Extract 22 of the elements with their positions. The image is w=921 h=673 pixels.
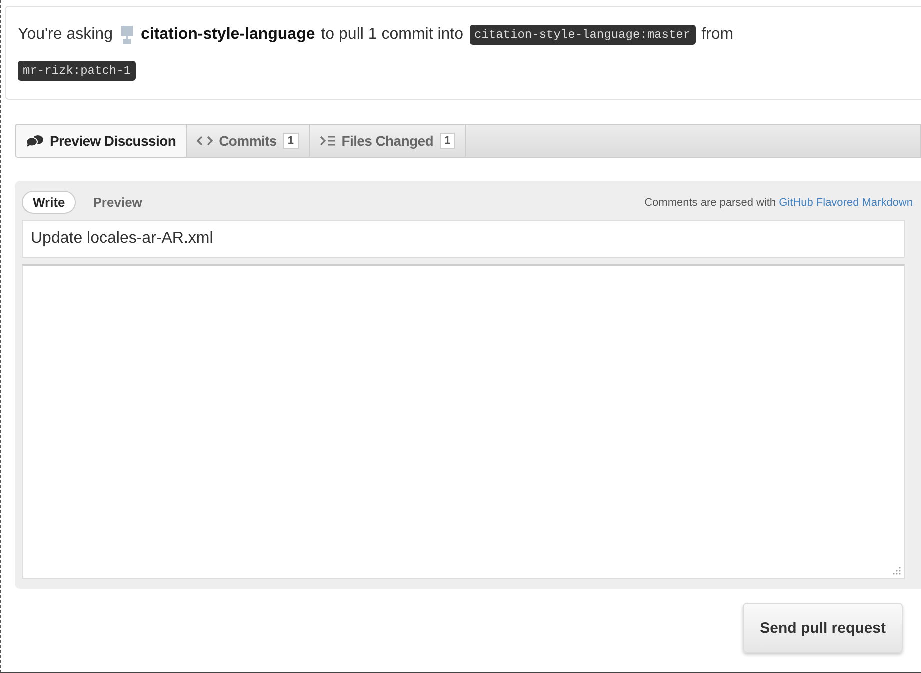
diff-list-icon	[320, 135, 336, 147]
resize-grip-icon[interactable]	[893, 567, 901, 575]
editor-tab[interactable]: Write	[22, 191, 76, 214]
tab[interactable]: Commits 1	[186, 124, 309, 158]
tab[interactable]: Preview Discussion	[15, 124, 186, 158]
tab[interactable]: Files Changed 1	[308, 124, 466, 158]
request-text: to pull 1 commit into	[321, 26, 464, 44]
comment-field[interactable]	[22, 264, 905, 579]
request-text: You're asking	[18, 26, 113, 44]
branch-label: citation-style-language:master	[470, 25, 696, 45]
code-brackets-icon	[197, 135, 214, 147]
branch-label: mr-rizk:patch-1	[18, 61, 136, 81]
speech-bubbles-icon	[26, 135, 44, 147]
send-pull-request-button[interactable]: Send pull request	[743, 603, 903, 653]
repository-name: citation-style-language	[140, 26, 316, 44]
count-badge: 1	[440, 133, 456, 149]
title-field[interactable]: Update locales-ar-AR.xml	[22, 220, 905, 258]
count-badge: 1	[282, 133, 299, 149]
request-text: from	[702, 26, 734, 44]
editor-tab[interactable]: Preview	[82, 191, 154, 214]
markdown-hint: Comments are parsed with GitHub Flavored Markdown	[644, 196, 914, 208]
repository-icon	[118, 25, 135, 45]
